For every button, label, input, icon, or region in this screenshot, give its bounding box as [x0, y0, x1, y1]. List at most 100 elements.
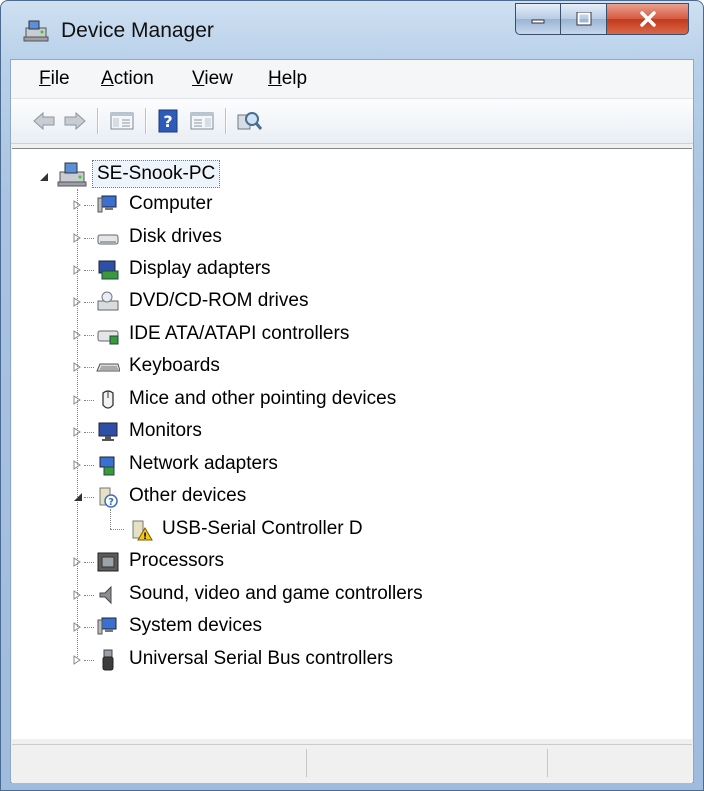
tree-item-label[interactable]: Universal Serial Bus controllers: [129, 648, 393, 670]
status-divider: [547, 749, 548, 777]
toolbar-separator: [225, 108, 226, 134]
expand-arrow-icon[interactable]: [72, 427, 82, 437]
tree-child-label[interactable]: USB-Serial Controller D: [162, 518, 363, 540]
tree-connector: [84, 205, 94, 206]
toolbar-separator: [97, 108, 98, 134]
device-manager-window: Device Manager File Action View Help ? S…: [0, 0, 704, 791]
network-adapter-icon: [99, 456, 115, 476]
processor-icon: [97, 552, 119, 572]
tree-connector: [84, 238, 94, 239]
minimize-icon: [531, 19, 545, 24]
back-icon[interactable]: [31, 109, 57, 133]
menu-view-mnemonic: V: [192, 68, 205, 89]
tree-item-label[interactable]: System devices: [129, 615, 262, 637]
warning-device-icon: !: [132, 520, 153, 541]
expand-arrow-icon[interactable]: [72, 395, 82, 405]
mouse-icon: [102, 390, 114, 409]
monitor-icon: [98, 422, 118, 441]
minimize-button[interactable]: [515, 3, 561, 35]
tree-item-label[interactable]: Processors: [129, 550, 224, 572]
disk-drive-icon: [97, 234, 119, 245]
tree-connector: [110, 529, 124, 530]
tree-connector: [77, 189, 78, 657]
menu-action-label: ction: [113, 68, 154, 89]
client-area: File Action View Help ? SE-Snook-PC Comp…: [10, 59, 694, 783]
tree-connector: [84, 367, 94, 368]
device-tree[interactable]: SE-Snook-PC Computer Disk drives Display a…: [12, 148, 692, 739]
sound-icon: [99, 585, 112, 605]
tree-item-label[interactable]: IDE ATA/ATAPI controllers: [129, 323, 349, 345]
tree-item-label[interactable]: Monitors: [129, 420, 202, 442]
ide-controller-icon: [97, 330, 119, 345]
menu-help[interactable]: Help: [268, 68, 307, 90]
tree-item-label[interactable]: Sound, video and game controllers: [129, 583, 423, 605]
expand-arrow-icon[interactable]: [72, 297, 82, 307]
toolbar: ?: [11, 99, 693, 144]
menu-action[interactable]: Action: [101, 68, 154, 90]
expand-arrow-icon[interactable]: [72, 265, 82, 275]
computer-icon: [97, 195, 117, 213]
usb-icon: [102, 649, 114, 671]
menu-help-mnemonic: H: [268, 68, 282, 89]
tree-item-label[interactable]: Network adapters: [129, 453, 278, 475]
expand-arrow-icon[interactable]: [72, 233, 82, 243]
title-bar[interactable]: Device Manager: [1, 1, 703, 61]
forward-icon[interactable]: [62, 109, 88, 133]
expand-arrow-icon[interactable]: [72, 590, 82, 600]
tree-item-label[interactable]: DVD/CD-ROM drives: [129, 290, 308, 312]
unknown-device-icon: ?: [99, 487, 118, 508]
menu-file[interactable]: File: [39, 68, 70, 90]
tree-connector: [84, 660, 94, 661]
tree-connector: [84, 627, 94, 628]
expand-arrow-icon[interactable]: [72, 557, 82, 567]
menu-view[interactable]: View: [192, 68, 233, 90]
show-hide-console-tree-icon[interactable]: [109, 109, 135, 133]
svg-text:!: !: [143, 532, 147, 541]
help-icon[interactable]: ?: [156, 109, 182, 133]
menu-file-label: ile: [50, 68, 70, 89]
expand-arrow-icon[interactable]: [72, 362, 82, 372]
menu-view-label: iew: [204, 68, 233, 89]
tree-connector: [84, 432, 94, 433]
menu-help-label: elp: [281, 68, 308, 89]
tree-connector: [84, 595, 94, 596]
display-adapter-icon: [98, 260, 119, 280]
menu-action-mnemonic: A: [101, 68, 114, 89]
tree-item-label[interactable]: Disk drives: [129, 226, 222, 248]
device-manager-icon: [23, 20, 49, 42]
close-icon: [639, 11, 656, 27]
tree-item-label[interactable]: Display adapters: [129, 258, 271, 280]
collapse-arrow-icon[interactable]: [39, 172, 49, 182]
window-controls: [515, 3, 689, 35]
collapse-arrow-icon[interactable]: [73, 492, 83, 502]
close-button[interactable]: [607, 3, 689, 35]
svg-text:?: ?: [163, 112, 172, 131]
dvd-drive-icon: [97, 291, 119, 311]
tree-root-label[interactable]: SE-Snook-PC: [92, 160, 221, 188]
expand-arrow-icon[interactable]: [72, 622, 82, 632]
status-divider: [306, 749, 307, 777]
show-hide-action-pane-icon[interactable]: [189, 109, 215, 133]
tree-connector: [84, 335, 94, 336]
expand-arrow-icon[interactable]: [72, 460, 82, 470]
tree-item-label[interactable]: Mice and other pointing devices: [129, 388, 396, 410]
tree-connector: [84, 400, 94, 401]
keyboard-icon: [96, 363, 120, 372]
tree-connector: [84, 562, 94, 563]
tree-item-label[interactable]: Other devices: [129, 485, 246, 507]
expand-arrow-icon[interactable]: [72, 655, 82, 665]
maximize-button[interactable]: [561, 3, 607, 35]
system-devices-icon: [97, 617, 117, 635]
expand-arrow-icon[interactable]: [72, 330, 82, 340]
maximize-icon: [576, 12, 591, 26]
toolbar-separator: [145, 108, 146, 134]
tree-item-label[interactable]: Computer: [129, 193, 212, 215]
tree-connector: [84, 270, 94, 271]
tree-connector: [84, 465, 94, 466]
computer-root-icon: [57, 162, 87, 187]
svg-text:?: ?: [108, 497, 114, 508]
scan-hardware-icon[interactable]: [236, 109, 262, 133]
expand-arrow-icon[interactable]: [72, 200, 82, 210]
window-title: Device Manager: [61, 19, 214, 42]
tree-item-label[interactable]: Keyboards: [129, 355, 220, 377]
